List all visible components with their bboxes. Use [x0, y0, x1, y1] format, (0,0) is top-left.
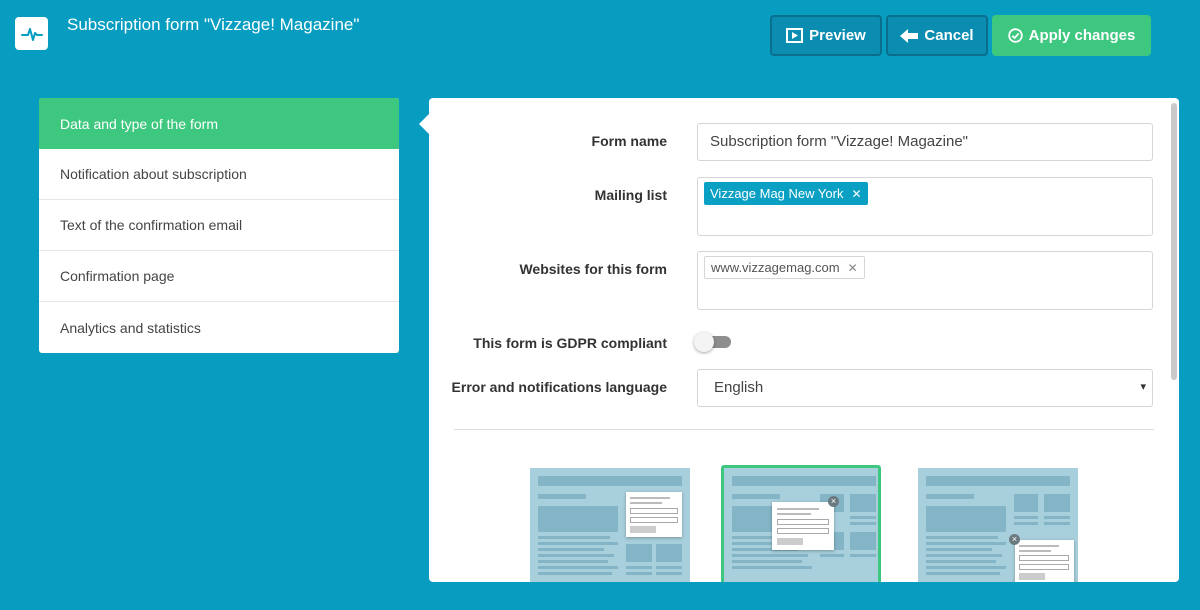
panel-scrollbar[interactable]: [1171, 103, 1177, 380]
sidebar-item-label: Confirmation page: [60, 268, 175, 284]
language-select[interactable]: English ▾: [697, 369, 1153, 407]
chevron-down-icon: ▾: [1140, 381, 1146, 393]
page-title: Subscription form "Vizzage! Magazine": [67, 15, 360, 34]
form-settings-panel: Form name Subscription form "Vizzage! Ma…: [429, 98, 1179, 582]
language-value: English: [714, 379, 764, 396]
app-logo[interactable]: [15, 17, 48, 50]
cancel-label: Cancel: [924, 27, 974, 44]
sidebar-item-notification[interactable]: Notification about subscription: [39, 149, 399, 200]
gdpr-label: This form is GDPR compliant: [473, 335, 667, 351]
gdpr-toggle[interactable]: [694, 332, 731, 352]
preview-label: Preview: [809, 27, 866, 44]
section-divider: [454, 429, 1154, 430]
check-circle-icon: [1007, 28, 1023, 43]
play-icon: [786, 28, 804, 43]
sidebar-item-data-and-type[interactable]: Data and type of the form: [39, 98, 399, 149]
sidebar-item-label: Data and type of the form: [60, 115, 218, 132]
sidebar-item-label: Text of the confirmation email: [60, 217, 243, 233]
pulse-icon: [20, 27, 43, 41]
layout-option-corner-popup[interactable]: ×: [918, 468, 1078, 582]
cancel-button[interactable]: Cancel: [886, 15, 988, 56]
sidebar-item-label: Notification about subscription: [60, 166, 247, 182]
website-tag: www.vizzagemag.com ✕: [704, 256, 865, 279]
close-icon: ×: [828, 496, 839, 507]
close-icon: ×: [1009, 534, 1020, 545]
websites-input[interactable]: www.vizzagemag.com ✕: [697, 251, 1153, 310]
website-tag-label: www.vizzagemag.com: [711, 260, 840, 275]
layout-option-side-popup[interactable]: [530, 468, 690, 582]
layout-option-center-popup[interactable]: ×: [721, 465, 881, 582]
apply-changes-label: Apply changes: [1028, 27, 1136, 44]
apply-changes-button[interactable]: Apply changes: [992, 15, 1151, 56]
form-name-input[interactable]: Subscription form "Vizzage! Magazine": [697, 123, 1153, 161]
websites-label: Websites for this form: [519, 261, 667, 277]
active-pointer: [419, 114, 429, 134]
sidebar-item-label: Analytics and statistics: [60, 319, 201, 336]
toggle-knob: [694, 332, 714, 352]
remove-tag-icon[interactable]: ✕: [848, 261, 858, 275]
mailing-list-label: Mailing list: [594, 187, 667, 203]
remove-tag-icon[interactable]: ✕: [851, 187, 861, 201]
sidebar-item-confirmation-page[interactable]: Confirmation page: [39, 251, 399, 302]
mailing-list-tag: Vizzage Mag New York ✕: [704, 182, 868, 205]
arrow-left-icon: [900, 28, 919, 43]
form-name-label: Form name: [591, 133, 667, 149]
language-label: Error and notifications language: [451, 379, 667, 395]
preview-button[interactable]: Preview: [770, 15, 882, 56]
sidebar-item-confirmation-email[interactable]: Text of the confirmation email: [39, 200, 399, 251]
mailing-list-tag-label: Vizzage Mag New York: [710, 186, 844, 201]
settings-sidebar: Data and type of the form Notification a…: [39, 98, 399, 353]
mailing-list-input[interactable]: Vizzage Mag New York ✕: [697, 177, 1153, 236]
sidebar-item-analytics[interactable]: Analytics and statistics: [39, 302, 399, 353]
form-name-value: Subscription form "Vizzage! Magazine": [710, 133, 968, 150]
